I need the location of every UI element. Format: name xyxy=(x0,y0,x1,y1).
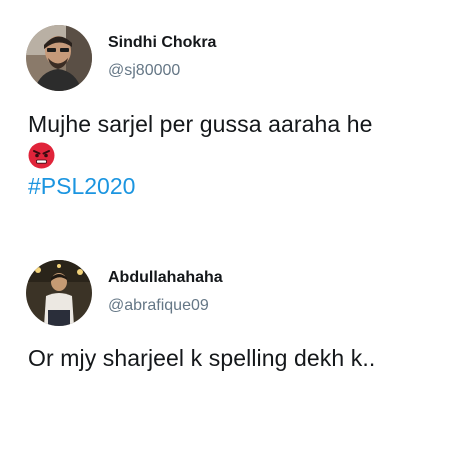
user-handle[interactable]: @sj80000 xyxy=(108,62,180,80)
avatar[interactable] xyxy=(26,25,92,91)
tweet-text: Or mjy sharjeel k spelling dekh k.. xyxy=(28,345,376,371)
user-handle[interactable]: @abrafique09 xyxy=(108,297,209,315)
tweet-text: Mujhe sarjel per gussa aaraha he xyxy=(28,111,373,137)
angry-face-icon xyxy=(28,142,55,169)
display-name[interactable]: Sindhi Chokra xyxy=(108,34,216,52)
hashtag-link[interactable]: #PSL2020 xyxy=(28,173,135,200)
avatar-photo-icon xyxy=(26,260,92,326)
display-name[interactable]: Abdullahahaha xyxy=(108,269,223,287)
avatar[interactable] xyxy=(26,260,92,326)
avatar-photo-icon xyxy=(26,25,92,91)
